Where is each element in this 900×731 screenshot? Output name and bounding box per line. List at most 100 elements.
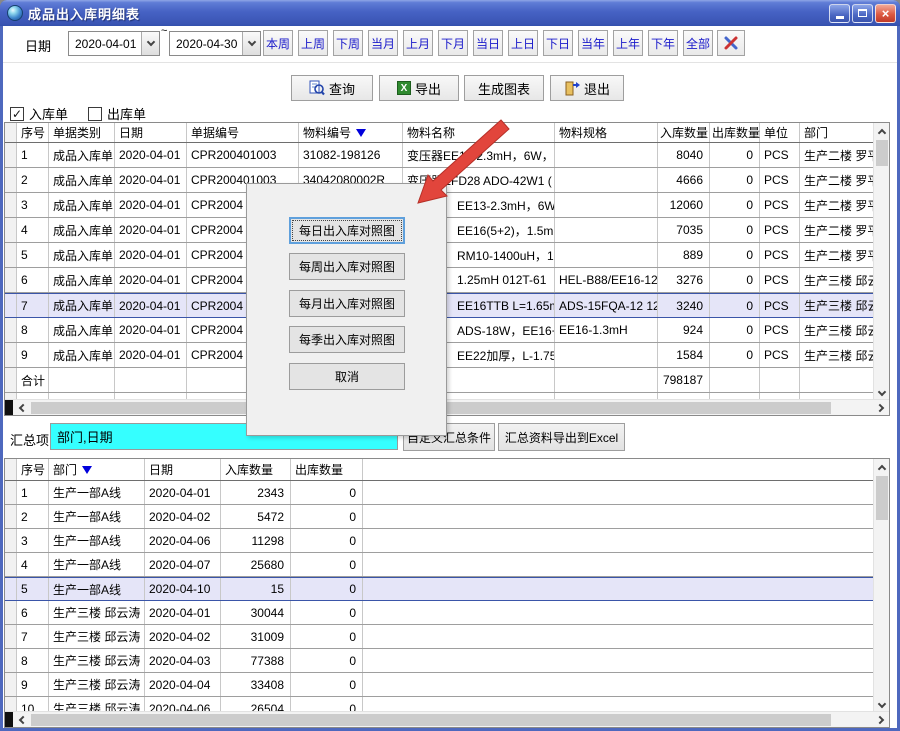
column-header[interactable]: 部门: [800, 123, 873, 142]
hscroll-thumb[interactable]: [31, 714, 831, 726]
summary-table-vscrollbar[interactable]: [873, 459, 889, 713]
scroll-up-button[interactable]: [874, 459, 890, 475]
range-button[interactable]: 全部: [683, 30, 713, 56]
row-indicator[interactable]: [5, 343, 17, 367]
row-indicator[interactable]: [5, 318, 17, 342]
row-indicator[interactable]: [5, 268, 17, 292]
cancel-button[interactable]: 取消: [289, 363, 405, 390]
table-cell: 生产三楼 邱云涛: [800, 294, 873, 317]
summary-export-excel-button[interactable]: 汇总资料导出到Excel: [498, 423, 625, 451]
summary-table-hscrollbar[interactable]: [5, 711, 889, 727]
outbound-checkbox[interactable]: 出库单: [88, 104, 146, 123]
row-indicator[interactable]: [5, 673, 17, 696]
inbound-checkbox[interactable]: ✓ 入库单: [10, 104, 68, 123]
row-indicator[interactable]: [5, 143, 17, 167]
exit-door-icon: [564, 80, 580, 96]
splitter-handle[interactable]: [5, 400, 13, 416]
row-indicator[interactable]: [5, 481, 17, 504]
range-button[interactable]: 本周: [263, 30, 293, 56]
row-indicator[interactable]: [5, 697, 17, 711]
range-button[interactable]: 下年: [648, 30, 678, 56]
range-button[interactable]: 当日: [473, 30, 503, 56]
column-header[interactable]: 序号: [17, 459, 49, 480]
table-row[interactable]: 8生产三楼 邱云涛2020-04-03773880: [5, 649, 873, 673]
scroll-up-button[interactable]: [874, 123, 890, 139]
row-indicator[interactable]: [5, 649, 17, 672]
range-button[interactable]: 下日: [543, 30, 573, 56]
column-header[interactable]: 序号: [17, 123, 49, 142]
table-row[interactable]: 6生产三楼 邱云涛2020-04-01300440: [5, 601, 873, 625]
monthly-chart-button[interactable]: 每月出入库对照图: [289, 290, 405, 317]
table-row[interactable]: 7生产三楼 邱云涛2020-04-02310090: [5, 625, 873, 649]
column-header[interactable]: 单位: [760, 123, 800, 142]
column-header[interactable]: 单据类别: [49, 123, 115, 142]
close-button[interactable]: ×: [875, 4, 896, 23]
scroll-left-button[interactable]: [13, 712, 29, 728]
weekly-chart-button[interactable]: 每周出入库对照图: [289, 253, 405, 280]
date-from-dropdown[interactable]: [141, 32, 159, 55]
column-header[interactable]: 入库数量: [658, 123, 710, 142]
row-indicator[interactable]: [5, 505, 17, 528]
row-indicator[interactable]: [5, 601, 17, 624]
column-header[interactable]: 日期: [115, 123, 187, 142]
export-button[interactable]: X 导出: [379, 75, 459, 101]
scroll-left-button[interactable]: [13, 400, 29, 416]
date-to-combo[interactable]: 2020-04-30: [169, 31, 261, 56]
column-header[interactable]: 物料编号: [299, 123, 403, 142]
row-indicator[interactable]: [5, 193, 17, 217]
table-row[interactable]: 4生产一部A线2020-04-07256800: [5, 553, 873, 577]
date-from-combo[interactable]: 2020-04-01: [68, 31, 160, 56]
table-cell: [800, 368, 873, 392]
separator-line: [3, 62, 897, 63]
detail-table-hscrollbar[interactable]: [5, 399, 889, 415]
row-indicator[interactable]: [5, 578, 17, 600]
scroll-right-button[interactable]: [873, 712, 889, 728]
column-header[interactable]: 出库数量: [710, 123, 760, 142]
range-button[interactable]: 当月: [368, 30, 398, 56]
table-row[interactable]: 1成品入库单2020-04-01CPR20040100331082-198126…: [5, 143, 873, 168]
generate-chart-button[interactable]: 生成图表: [464, 75, 544, 101]
range-button[interactable]: 上月: [403, 30, 433, 56]
column-header[interactable]: 单据编号: [187, 123, 299, 142]
range-button[interactable]: 当年: [578, 30, 608, 56]
daily-chart-button[interactable]: 每日出入库对照图: [289, 217, 405, 244]
table-row[interactable]: 9生产三楼 邱云涛2020-04-04334080: [5, 673, 873, 697]
range-button[interactable]: 上年: [613, 30, 643, 56]
date-to-dropdown[interactable]: [242, 32, 260, 55]
vscroll-thumb[interactable]: [876, 476, 888, 520]
minimize-button[interactable]: [829, 4, 850, 23]
vscroll-thumb[interactable]: [876, 140, 888, 166]
table-row[interactable]: 10生产三楼 邱云涛2020-04-06265040: [5, 697, 873, 711]
detail-table-vscrollbar[interactable]: [873, 123, 889, 401]
range-button[interactable]: 下月: [438, 30, 468, 56]
scroll-right-button[interactable]: [873, 400, 889, 416]
range-button[interactable]: 上周: [298, 30, 328, 56]
row-indicator[interactable]: [5, 625, 17, 648]
column-header[interactable]: 部门: [49, 459, 145, 480]
row-indicator[interactable]: [5, 243, 17, 267]
maximize-button[interactable]: [852, 4, 873, 23]
titlebar[interactable]: 成品出入库明细表 ×: [0, 0, 900, 26]
column-header[interactable]: 物料名称: [403, 123, 555, 142]
exit-button[interactable]: 退出: [550, 75, 624, 101]
quarterly-chart-button[interactable]: 每季出入库对照图: [289, 326, 405, 353]
row-indicator[interactable]: [5, 218, 17, 242]
row-indicator[interactable]: [5, 168, 17, 192]
table-row[interactable]: 3生产一部A线2020-04-06112980: [5, 529, 873, 553]
column-header[interactable]: 日期: [145, 459, 221, 480]
range-button[interactable]: 上日: [508, 30, 538, 56]
row-indicator[interactable]: [5, 529, 17, 552]
query-button[interactable]: 查询: [291, 75, 373, 101]
table-row[interactable]: 2生产一部A线2020-04-0254720: [5, 505, 873, 529]
column-header[interactable]: 物料规格: [555, 123, 658, 142]
date-tools-button[interactable]: [717, 30, 745, 56]
splitter-handle[interactable]: [5, 712, 13, 728]
range-button[interactable]: 下周: [333, 30, 363, 56]
row-indicator[interactable]: [5, 553, 17, 576]
row-indicator[interactable]: [5, 294, 17, 317]
column-header[interactable]: 出库数量: [291, 459, 363, 480]
column-header[interactable]: 入库数量: [221, 459, 291, 480]
table-row[interactable]: 1生产一部A线2020-04-0123430: [5, 481, 873, 505]
window-title: 成品出入库明细表: [28, 4, 140, 23]
table-row[interactable]: 5生产一部A线2020-04-10150: [5, 577, 873, 601]
